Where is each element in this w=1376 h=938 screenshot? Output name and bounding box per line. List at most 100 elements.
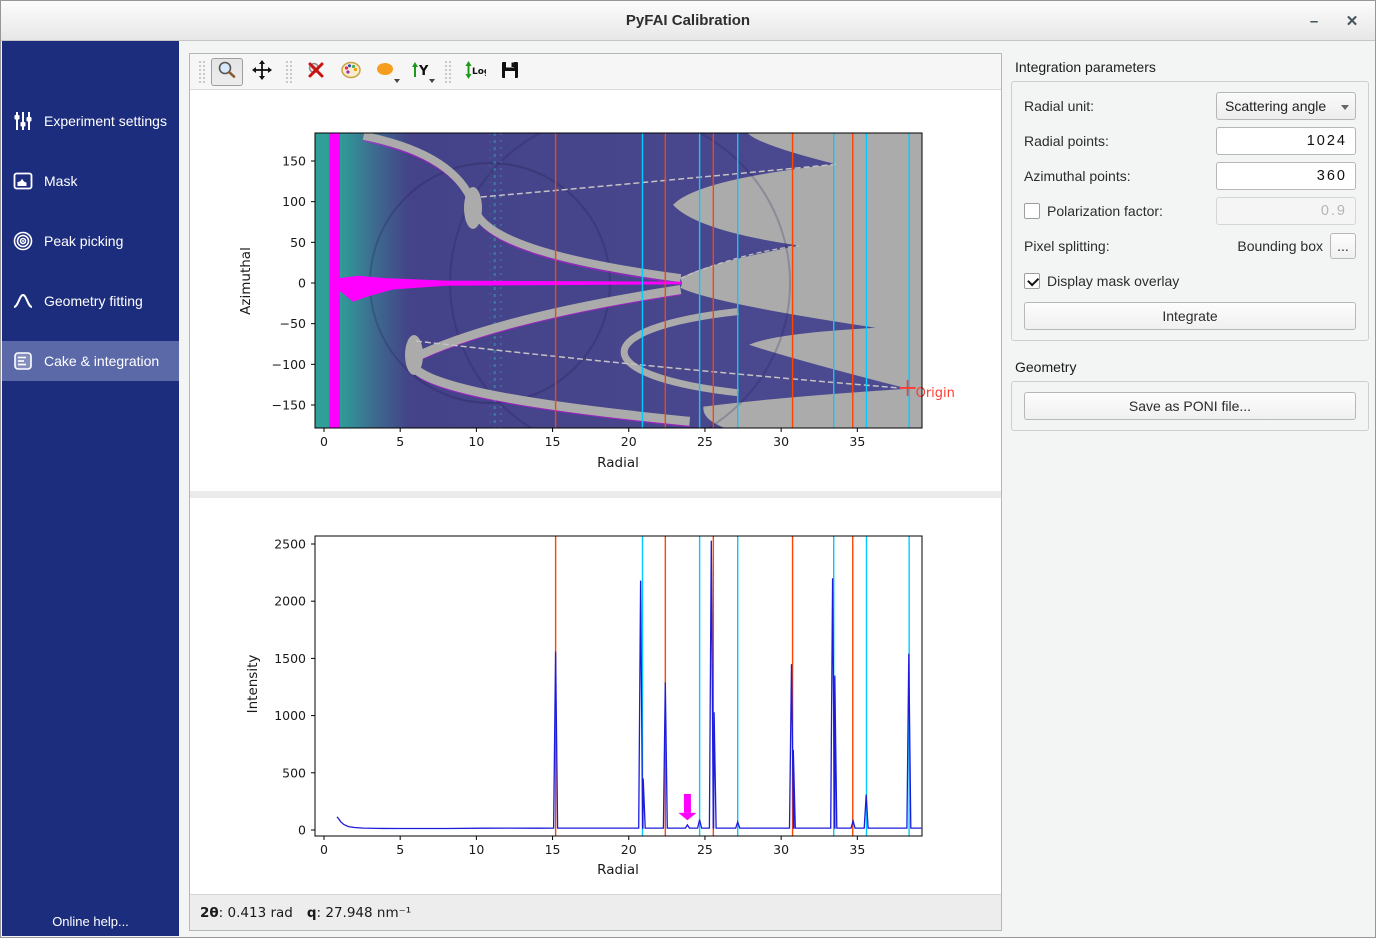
x-axis-label: Radial xyxy=(597,862,639,878)
azimuthal-points-input[interactable] xyxy=(1216,162,1356,190)
pan-icon xyxy=(251,59,273,84)
integration-parameters-title: Integration parameters xyxy=(1015,59,1371,75)
main-panel: Y Log xyxy=(189,53,1002,931)
close-icon: ✕ xyxy=(1346,12,1359,30)
polarization-checkbox[interactable] xyxy=(1024,203,1040,219)
clear-icon xyxy=(305,59,327,84)
zoom-icon xyxy=(216,59,238,84)
toolbar-y-axis-button[interactable]: Y xyxy=(405,58,437,86)
radial-unit-value: Scattering angle 2θ xyxy=(1225,98,1329,114)
pixel-splitting-value: Bounding box xyxy=(1237,238,1323,254)
y-tick-label: −150 xyxy=(272,397,306,412)
radial-points-label: Radial points: xyxy=(1024,133,1109,149)
toolbar-drag-handle[interactable] xyxy=(199,61,205,83)
x-tick-label: 10 xyxy=(468,842,484,857)
integrate-button[interactable]: Integrate xyxy=(1024,302,1356,330)
svg-text:Y: Y xyxy=(418,64,429,79)
geometry-title: Geometry xyxy=(1015,359,1371,375)
polarization-label: Polarization factor: xyxy=(1047,203,1163,219)
toolbar-zoom-button[interactable] xyxy=(211,58,243,86)
toolbar-colormap-button[interactable] xyxy=(335,58,367,86)
x-tick-label: 25 xyxy=(697,842,713,857)
sliders-icon xyxy=(12,110,34,132)
y-tick-label: 50 xyxy=(290,235,306,250)
y-tick-label: 1000 xyxy=(274,708,306,723)
x-tick-label: 35 xyxy=(849,434,865,449)
y-axis-label: Intensity xyxy=(245,655,261,714)
y-tick-label: −100 xyxy=(272,357,306,372)
toolbar-log-scale-button[interactable]: Log xyxy=(459,58,491,86)
display-mask-overlay-checkbox[interactable] xyxy=(1024,273,1040,289)
save-poni-button[interactable]: Save as PONI file... xyxy=(1024,392,1356,420)
toolbar-clear-selection-button[interactable] xyxy=(300,58,332,86)
y-tick-label: 2000 xyxy=(274,594,306,609)
plot-toolbar: Y Log xyxy=(190,54,1001,90)
q-readout: q: 27.948 nm⁻¹ xyxy=(307,905,411,921)
minimize-icon: – xyxy=(1310,13,1318,30)
window-title: PyFAI Calibration xyxy=(1,12,1375,29)
geometry-fitting-icon xyxy=(12,290,34,312)
close-button[interactable]: ✕ xyxy=(1339,8,1365,34)
y-axis-label: Azimuthal xyxy=(238,247,254,315)
sidebar-item-peak-picking[interactable]: Peak picking xyxy=(2,221,179,261)
radial-points-input[interactable] xyxy=(1216,127,1356,155)
geometry-group: Save as PONI file... xyxy=(1011,381,1369,431)
chevron-down-icon xyxy=(394,79,400,83)
integration-plot[interactable]: 0510152025303505001000150020002500Radial… xyxy=(190,496,1002,896)
radial-unit-select[interactable]: Scattering angle 2θ xyxy=(1216,92,1356,120)
polarization-input[interactable] xyxy=(1216,197,1356,225)
y-tick-label: 500 xyxy=(282,765,306,780)
sidebar-item-label: Mask xyxy=(44,173,77,189)
statusbar: 2θ: 0.413 rad q: 27.948 nm⁻¹ xyxy=(190,894,1001,930)
toolbar-save-button[interactable] xyxy=(494,58,526,86)
sidebar-item-label: Cake & integration xyxy=(44,353,159,369)
x-tick-label: 20 xyxy=(621,842,637,857)
tth-readout: 2θ: 0.413 rad xyxy=(200,905,293,921)
x-tick-label: 5 xyxy=(396,434,404,449)
svg-text:Log: Log xyxy=(472,67,486,77)
y-tick-label: 0 xyxy=(298,823,306,838)
cake-plot[interactable]: 05101520253035150100500−50−100−150Radial… xyxy=(190,93,1002,495)
pixel-splitting-more-button[interactable]: ... xyxy=(1330,233,1356,259)
x-tick-label: 0 xyxy=(320,434,328,449)
integration-parameters-group: Radial unit: Scattering angle 2θ Radial … xyxy=(1011,81,1369,341)
sidebar-item-mask[interactable]: Mask xyxy=(2,161,179,201)
online-help-link[interactable]: Online help... xyxy=(2,914,179,929)
x-tick-label: 30 xyxy=(773,434,789,449)
x-tick-label: 0 xyxy=(320,842,328,857)
x-tick-label: 20 xyxy=(621,434,637,449)
x-tick-label: 30 xyxy=(773,842,789,857)
sidebar-item-geometry-fitting[interactable]: Geometry fitting xyxy=(2,281,179,321)
y-tick-label: 0 xyxy=(298,276,306,291)
x-axis-label: Radial xyxy=(597,455,639,471)
log-icon: Log xyxy=(464,59,486,84)
plots-area: 05101520253035150100500−50−100−150Radial… xyxy=(190,91,1001,894)
toolbar-mask-display-button[interactable] xyxy=(370,58,402,86)
peak-picking-icon xyxy=(12,230,34,252)
sidebar-item-label: Experiment settings xyxy=(44,113,167,129)
x-tick-label: 5 xyxy=(396,842,404,857)
chevron-down-icon xyxy=(429,79,435,83)
x-tick-label: 10 xyxy=(468,434,484,449)
save-icon xyxy=(499,59,521,84)
sidebar-item-cake-integration[interactable]: Cake & integration xyxy=(2,341,179,381)
radial-unit-label: Radial unit: xyxy=(1024,98,1094,114)
toolbar-separator xyxy=(445,61,451,83)
display-mask-overlay-label: Display mask overlay xyxy=(1047,273,1179,289)
mask-icon xyxy=(12,170,34,192)
x-tick-label: 25 xyxy=(697,434,713,449)
right-panel: Integration parameters Radial unit: Scat… xyxy=(1009,53,1371,431)
sidebar-item-label: Peak picking xyxy=(44,233,123,249)
x-tick-label: 35 xyxy=(849,842,865,857)
toolbar-pan-button[interactable] xyxy=(246,58,278,86)
sidebar-item-experiment-settings[interactable]: Experiment settings xyxy=(2,101,179,141)
azimuthal-points-label: Azimuthal points: xyxy=(1024,168,1131,184)
y-tick-label: 150 xyxy=(282,154,306,169)
x-tick-label: 15 xyxy=(545,434,561,449)
sidebar-nav: Experiment settings Mask Peak picking Geome… xyxy=(2,41,179,381)
y-tick-label: 1500 xyxy=(274,651,306,666)
sidebar-item-label: Geometry fitting xyxy=(44,293,143,309)
minimize-button[interactable]: – xyxy=(1301,8,1327,34)
sidebar: Experiment settings Mask Peak picking Geome… xyxy=(2,41,179,936)
pixel-splitting-label: Pixel splitting: xyxy=(1024,238,1110,254)
